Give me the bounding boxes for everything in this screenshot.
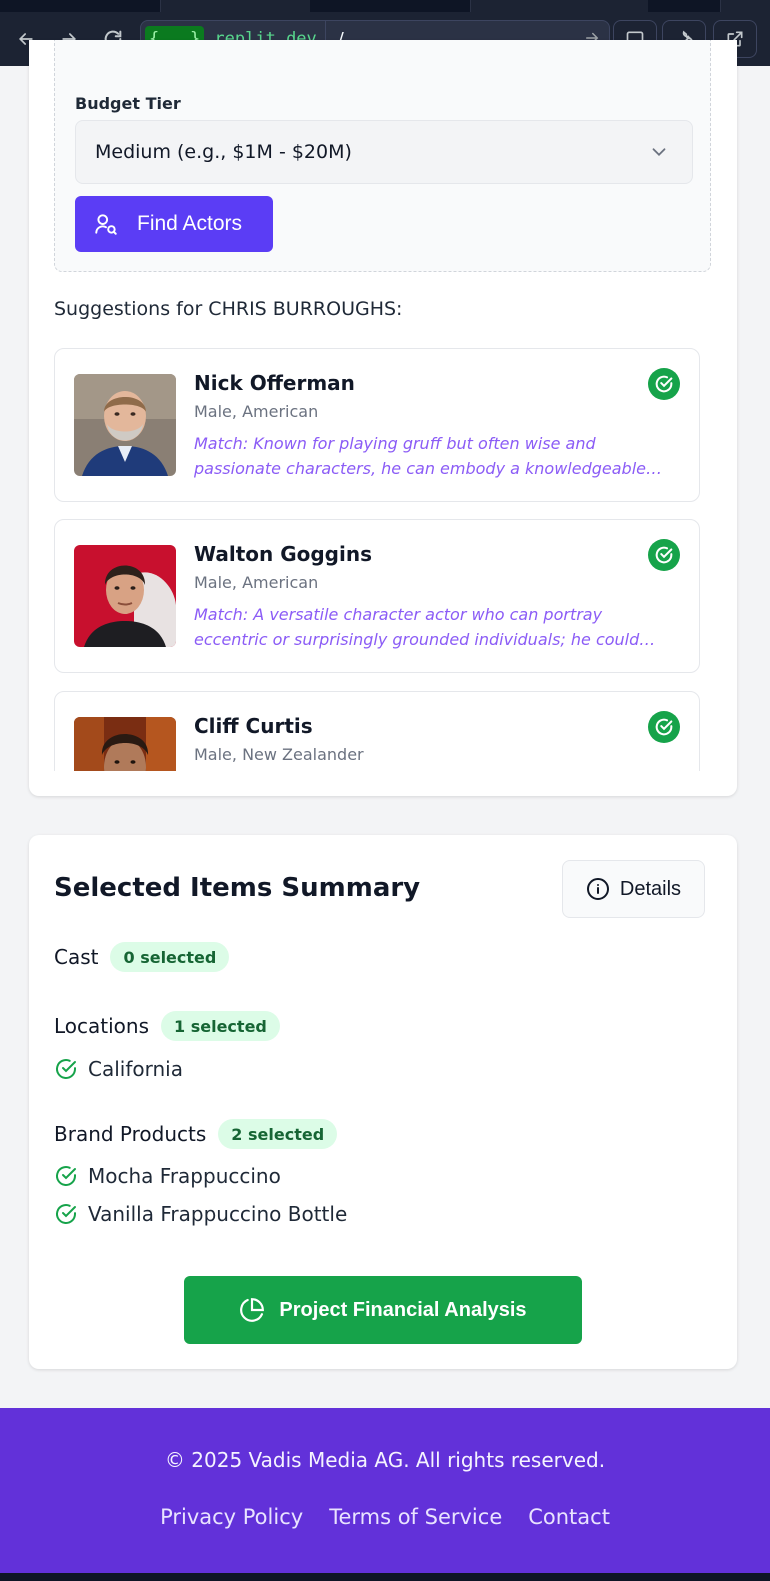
find-actors-label: Find Actors — [137, 212, 243, 235]
suggestions-title: Suggestions for CHRIS BURROUGHS: — [54, 298, 403, 320]
footer-links: Privacy Policy Terms of Service Contact — [0, 1505, 770, 1529]
cast-group-header: Cast 0 selected — [54, 942, 230, 972]
browser-tab[interactable] — [470, 0, 648, 12]
selected-check-icon[interactable] — [648, 711, 680, 743]
browser-tab[interactable] — [720, 0, 770, 12]
pie-chart-icon — [240, 1298, 265, 1322]
actor-match-reason: Match: Known for playing gruff but often… — [194, 434, 662, 478]
check-circle-icon — [56, 1059, 76, 1079]
selected-items-summary-card: Selected Items Summary Details Cast 0 se… — [29, 835, 737, 1369]
budget-tier-value: Medium (e.g., $1M - $20M) — [95, 141, 352, 163]
actor-meta: Male, American — [194, 402, 319, 421]
brand-product-name: Mocha Frappuccino — [88, 1164, 281, 1188]
actor-match-reason: Match: A versatile character actor who c… — [194, 605, 656, 649]
actor-photo — [74, 545, 176, 647]
selected-check-icon[interactable] — [648, 539, 680, 571]
chevron-down-icon — [652, 148, 666, 157]
budget-tier-label: Budget Tier — [75, 94, 181, 113]
cast-count-badge: 0 selected — [110, 942, 230, 972]
suggestions-list[interactable]: Nick Offerman Male, American Match: Know… — [54, 348, 700, 771]
details-label: Details — [619, 877, 682, 900]
terms-of-service-link[interactable]: Terms of Service — [329, 1505, 502, 1529]
check-circle-icon — [56, 1166, 76, 1186]
browser-tab-strip — [0, 0, 770, 12]
brand-products-count-badge: 2 selected — [218, 1119, 338, 1149]
actor-name: Cliff Curtis — [194, 714, 313, 738]
summary-title: Selected Items Summary — [54, 873, 421, 903]
locations-count-badge: 1 selected — [161, 1011, 280, 1041]
locations-label: Locations — [54, 1014, 150, 1038]
info-icon — [586, 878, 609, 900]
selected-check-icon[interactable] — [648, 368, 680, 400]
cast-label: Cast — [54, 945, 99, 969]
budget-tier-select[interactable]: Medium (e.g., $1M - $20M) — [75, 120, 693, 184]
copyright-text: © 2025 Vadis Media AG. All rights reserv… — [164, 1448, 606, 1472]
privacy-policy-link[interactable]: Privacy Policy — [160, 1505, 303, 1529]
find-actors-button[interactable]: Find Actors — [75, 196, 273, 252]
site-footer: © 2025 Vadis Media AG. All rights reserv… — [0, 1408, 770, 1573]
actor-photo — [74, 374, 176, 476]
actor-card[interactable]: Nick Offerman Male, American Match: Know… — [54, 348, 700, 502]
actor-search-form: Budget Tier Medium (e.g., $1M - $20M) Fi… — [54, 40, 711, 272]
actor-name: Nick Offerman — [194, 371, 355, 395]
actor-name: Walton Goggins — [194, 542, 372, 566]
actor-card[interactable]: Cliff Curtis Male, New Zealander — [54, 691, 700, 771]
brand-product-item: Mocha Frappuccino — [54, 1164, 281, 1188]
actor-meta: Male, New Zealander — [194, 745, 364, 764]
brand-products-label: Brand Products — [54, 1122, 207, 1146]
casting-card: Budget Tier Medium (e.g., $1M - $20M) Fi… — [29, 40, 737, 796]
location-name: California — [88, 1057, 183, 1081]
browser-tab[interactable] — [160, 0, 310, 12]
check-circle-icon — [56, 1204, 76, 1224]
locations-group-header: Locations 1 selected — [54, 1011, 280, 1041]
user-search-icon — [95, 214, 117, 235]
brand-products-group-header: Brand Products 2 selected — [54, 1119, 338, 1149]
actor-card[interactable]: Walton Goggins Male, American Match: A v… — [54, 519, 700, 673]
location-item: California — [54, 1057, 183, 1081]
brand-product-item: Vanilla Frappuccino Bottle — [54, 1202, 347, 1226]
window-bottom-edge — [0, 1573, 770, 1581]
actor-meta: Male, American — [194, 573, 319, 592]
actor-photo — [74, 717, 176, 771]
details-button[interactable]: Details — [562, 860, 705, 918]
brand-product-name: Vanilla Frappuccino Bottle — [88, 1202, 348, 1226]
contact-link[interactable]: Contact — [528, 1505, 610, 1529]
project-financial-analysis-button[interactable]: Project Financial Analysis — [184, 1276, 582, 1344]
project-financial-analysis-label: Project Financial Analysis — [279, 1298, 527, 1321]
